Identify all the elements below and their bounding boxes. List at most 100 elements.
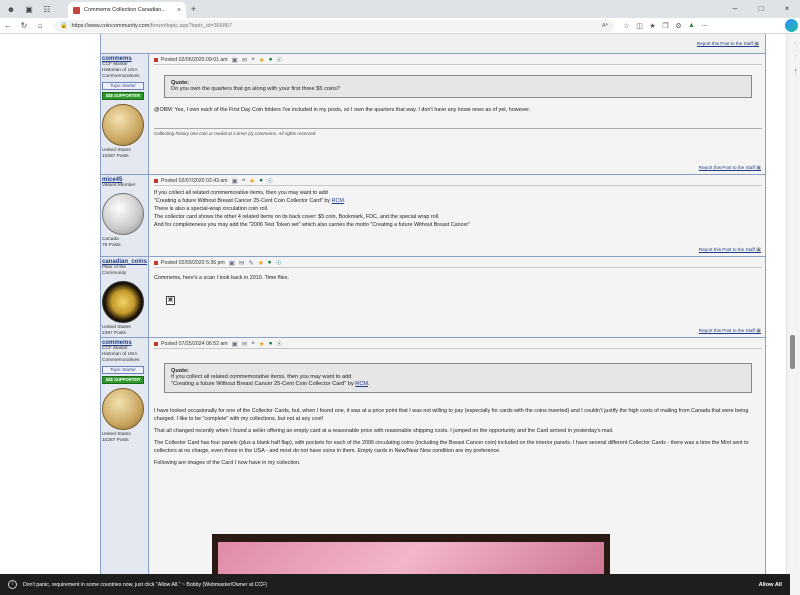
quote-text-part: "Creating a future Without Breast Cancer…: [171, 381, 356, 387]
post-body: @OBM: Yes, I own each of the First Day C…: [154, 107, 531, 113]
report-post-link[interactable]: Report this Post to the Staff: [699, 328, 761, 334]
globe-icon[interactable]: ☉: [277, 340, 283, 348]
scrollbar-track[interactable]: [790, 34, 795, 574]
user-post-count: 10287 Posts: [102, 438, 129, 443]
profile-icon[interactable]: ▣: [232, 177, 238, 185]
collections-icon[interactable]: ❐: [659, 22, 672, 30]
forum-post: mice45 Valued Member Canada 78 Posts Pos…: [101, 174, 765, 256]
profile-icon[interactable]: ▣: [232, 340, 238, 348]
topic-starter-badge: Topic Starter: [102, 82, 144, 90]
favorites-icon[interactable]: ★: [646, 22, 659, 30]
avatar[interactable]: [102, 281, 144, 323]
rcm-link[interactable]: RCM: [332, 198, 344, 204]
collector-card-photo[interactable]: [212, 534, 610, 574]
avatar[interactable]: [102, 193, 144, 235]
post-line-text: "Creating a future Without Breast Cancer…: [154, 198, 332, 204]
globe-icon[interactable]: ☉: [267, 177, 273, 185]
post-header: Posted 02/07/2020 02:43 am ▣ ❝ ★ ● ☉: [154, 177, 762, 186]
star-icon[interactable]: ★: [259, 56, 265, 64]
star-icon[interactable]: ★: [249, 177, 255, 185]
users-icon[interactable]: ●: [269, 56, 273, 63]
quote-text: If you collect all related commemorative…: [171, 374, 352, 380]
quote-icon[interactable]: ❝: [251, 340, 255, 348]
message-icon[interactable]: ✉: [242, 56, 247, 64]
user-info: commems CCF Master Historian of USA Comm…: [101, 54, 149, 174]
user-post-count: 10287 Posts: [102, 154, 129, 159]
users-icon[interactable]: ●: [268, 259, 272, 266]
users-icon[interactable]: ●: [269, 340, 273, 347]
report-post-link[interactable]: Report this Post to the Staff: [697, 41, 759, 47]
lock-icon[interactable]: 🔒: [60, 22, 67, 29]
star-icon[interactable]: ★: [258, 259, 264, 267]
new-tab-icon[interactable]: +: [191, 4, 196, 14]
supporter-badge: $$$ SUPPORTER: [102, 376, 144, 384]
post-line: There is also a special-wrap circulation…: [154, 206, 269, 212]
scrollbar-thumb[interactable]: [790, 335, 795, 369]
copilot-icon[interactable]: [785, 19, 798, 32]
user-info: mice45 Valued Member Canada 78 Posts: [101, 175, 149, 256]
forum-post: canadian_coins Pillar of the Community U…: [101, 256, 765, 337]
report-post-link[interactable]: Report this Post to the Staff: [699, 247, 761, 253]
extensions-icon[interactable]: ⚙: [672, 22, 685, 30]
user-post-count: 78 Posts: [102, 243, 121, 248]
url-field[interactable]: 🔒 https://www.coincommunity.com/forum/to…: [54, 19, 614, 32]
quote-icon[interactable]: ❝: [242, 177, 246, 185]
post-paragraph: The Collector Card has four panels (plus…: [154, 440, 749, 454]
allow-all-button[interactable]: Allow All: [759, 582, 782, 588]
back-icon[interactable]: ←: [0, 21, 16, 30]
post-marker-icon: [154, 260, 158, 265]
rcm-link[interactable]: RCM: [355, 381, 368, 387]
post-content: Posted 02/07/2020 02:43 am ▣ ❝ ★ ● ☉ If …: [149, 175, 765, 256]
user-info: canadian_coins Pillar of the Community U…: [101, 257, 149, 337]
post-body: I have looked occasionally for one of th…: [154, 407, 762, 467]
edit-icon[interactable]: ✎: [248, 259, 253, 267]
window-close-icon[interactable]: ×: [774, 0, 800, 18]
profile-icon[interactable]: ☻: [4, 2, 18, 16]
maximize-icon[interactable]: □: [748, 0, 774, 18]
user-title: Pillar of the Community: [102, 265, 127, 276]
avatar[interactable]: [102, 104, 144, 146]
refresh-icon[interactable]: ↻: [16, 21, 32, 30]
avatar[interactable]: [102, 388, 144, 430]
cookie-message: Don't panic, requirement in some countri…: [23, 581, 268, 588]
user-title: CCF Master Historian of USA Commemorativ…: [102, 346, 140, 363]
collector-card-image: [218, 542, 604, 574]
close-icon[interactable]: ×: [177, 7, 181, 14]
supporter-badge: $$$ SUPPORTER: [102, 92, 144, 100]
profile-icon[interactable]: ▣: [229, 259, 235, 267]
post-body: Commems, here's a scan I took back in 20…: [154, 275, 289, 281]
post-line: If you collect all related commemorative…: [154, 190, 328, 196]
site-favicon-icon: [73, 6, 80, 14]
tab-actions-icon[interactable]: ☷: [40, 2, 54, 16]
read-aloud-icon[interactable]: Aᴬ: [602, 23, 608, 29]
post-paragraph: That all changed recently when I found a…: [154, 428, 614, 434]
window-controls: – □ ×: [722, 0, 800, 18]
cookie-banner: i Don't panic, requirement in some count…: [0, 574, 790, 595]
globe-icon[interactable]: ☉: [276, 259, 282, 267]
home-icon[interactable]: ⌂: [32, 21, 48, 30]
post-header: Posted 02/09/2020 5:36 pm ▣ ✉ ✎ ★ ● ☉: [154, 259, 762, 268]
extension-green-icon[interactable]: ▲: [685, 22, 698, 30]
report-post-link[interactable]: Report this Post to the Staff: [699, 165, 761, 171]
workspaces-icon[interactable]: ▣: [22, 2, 36, 16]
favorite-star-icon[interactable]: ☆: [620, 22, 633, 30]
address-bar: ← ↻ ⌂ 🔒 https://www.coincommunity.com/fo…: [0, 18, 800, 34]
quote-tail: .: [368, 381, 370, 387]
minimize-icon[interactable]: –: [722, 0, 748, 18]
users-icon[interactable]: ●: [259, 177, 263, 184]
message-icon[interactable]: ✉: [239, 259, 244, 267]
split-screen-icon[interactable]: ◫: [633, 22, 646, 30]
star-icon[interactable]: ★: [259, 340, 265, 348]
toolbar-extensions: ☆ ◫ ★ ❐ ⚙ ▲ ⋯: [620, 22, 711, 30]
post-content: Posted 07/25/2024 06:52 am ▣ ✉ ❝ ★ ● ☉ Q…: [149, 338, 765, 574]
tab-active[interactable]: Commems Collection Canadian... ×: [68, 2, 186, 18]
message-icon[interactable]: ✉: [242, 340, 247, 348]
quote-icon[interactable]: ❝: [251, 56, 255, 64]
more-menu-icon[interactable]: ⋯: [698, 22, 711, 30]
info-icon: i: [8, 580, 17, 589]
post-line: "Creating a future Without Breast Cancer…: [154, 197, 762, 205]
globe-icon[interactable]: ☉: [277, 56, 283, 64]
post-content: Posted 02/06/2020 09:01 am ▣ ✉ ❝ ★ ● ☉ Q…: [149, 54, 765, 174]
profile-icon[interactable]: ▣: [232, 56, 238, 64]
broken-image-icon[interactable]: ▣: [166, 296, 175, 305]
